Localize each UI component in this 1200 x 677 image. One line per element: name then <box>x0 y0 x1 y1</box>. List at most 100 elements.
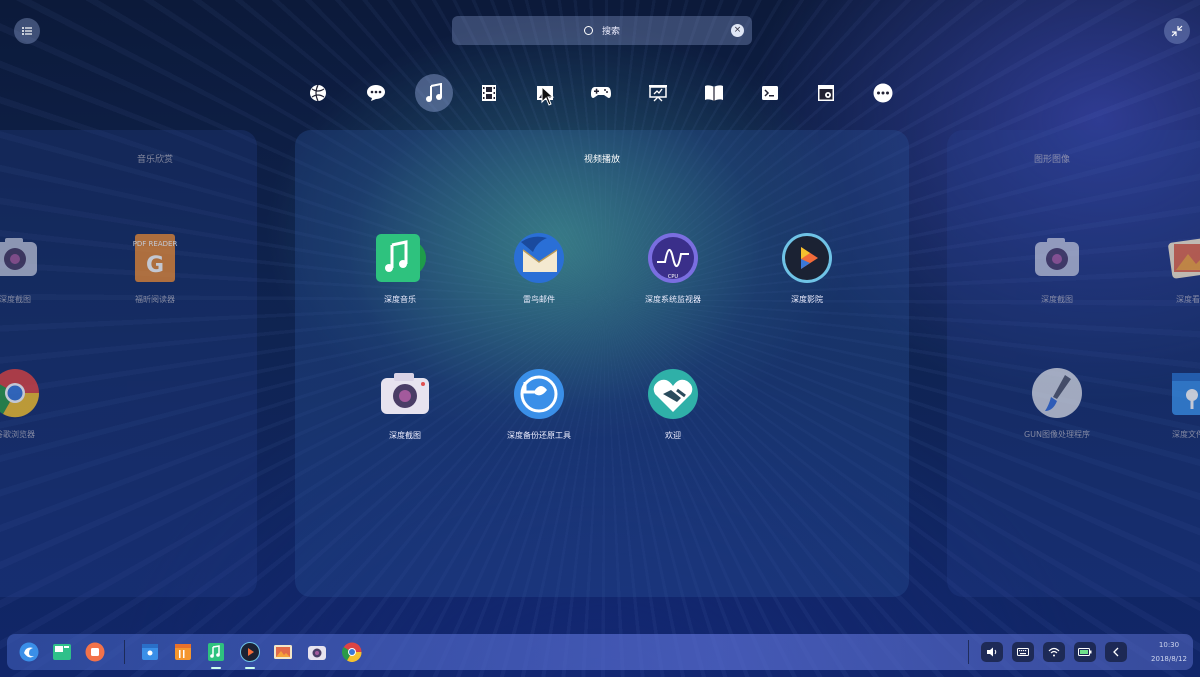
tray-expand-button[interactable] <box>1105 642 1127 662</box>
clock-time: 10:30 <box>1158 641 1180 649</box>
list-icon <box>22 27 32 35</box>
gimp-icon <box>1032 368 1082 418</box>
search-input[interactable]: 搜索 × <box>452 16 752 45</box>
book-icon <box>705 85 723 101</box>
dock-separator <box>124 640 125 664</box>
thunderbird-icon <box>514 233 564 283</box>
terminal-icon <box>762 86 778 100</box>
page-title: 视频播放 <box>583 155 620 165</box>
more-icon <box>873 83 893 103</box>
app-screenshot-right[interactable]: 深度截图 <box>1002 232 1112 305</box>
system-monitor-icon: CPU <box>648 233 698 283</box>
app-image-viewer[interactable]: 深度看图 <box>1137 232 1200 305</box>
app-foxit-reader[interactable]: PDF READER G 福昕阅读器 <box>100 232 210 305</box>
chat-icon <box>367 85 385 101</box>
screenshot-icon[interactable] <box>307 642 327 662</box>
app-label: 深度影院 <box>791 295 823 304</box>
movie-player-icon[interactable] <box>240 642 260 662</box>
category-menu-button[interactable] <box>14 18 40 44</box>
category-development[interactable] <box>751 74 789 112</box>
deepin-music-icon <box>376 234 426 282</box>
battery-icon <box>1078 648 1092 656</box>
app-label: 深度截图 <box>389 431 421 440</box>
chrome-icon[interactable] <box>342 642 362 662</box>
app-label: 深度截图 <box>0 295 31 304</box>
presentation-icon <box>649 85 667 102</box>
music-note-icon <box>426 83 442 102</box>
category-music[interactable] <box>415 74 453 112</box>
app-label: 谷歌浏览器 <box>0 430 35 439</box>
app-gimp[interactable]: GUN图像处理程序 <box>1002 367 1112 440</box>
svg-text:CPU: CPU <box>668 274 679 280</box>
gamepad-icon <box>591 87 611 98</box>
app-screenshot-left[interactable]: 深度截图 <box>0 232 70 305</box>
launcher-icon[interactable] <box>19 642 39 662</box>
search-clear-button[interactable]: × <box>731 24 744 37</box>
category-video[interactable] <box>470 74 508 112</box>
deepin-music-icon[interactable] <box>206 642 226 662</box>
category-bar <box>299 74 911 112</box>
app-movie-player[interactable]: 深度影院 <box>752 232 862 305</box>
app-label: 深度看图 <box>1176 295 1200 304</box>
app-label: 深度音乐 <box>384 295 416 304</box>
mouse-cursor-icon <box>541 86 555 106</box>
datetime-widget[interactable]: 10:30 2018/8/12 <box>1149 638 1189 666</box>
film-icon <box>482 85 496 101</box>
chevron-left-icon <box>1113 647 1119 657</box>
pdf-reader-icon: PDF READER G <box>133 234 178 282</box>
multitasking-icon[interactable] <box>52 642 72 662</box>
category-reading[interactable] <box>695 74 733 112</box>
app-deepin-screenshot[interactable]: 深度截图 <box>350 368 460 441</box>
category-office[interactable] <box>639 74 677 112</box>
app-file-manager[interactable]: 深度文件管 <box>1137 367 1200 440</box>
app-deepin-music[interactable]: 深度音乐 <box>345 232 455 305</box>
globe-icon <box>310 84 326 102</box>
file-manager-icon[interactable] <box>140 642 160 662</box>
app-label: 深度备份还原工具 <box>507 431 571 440</box>
running-indicator <box>245 667 255 669</box>
camera-icon <box>1035 238 1079 276</box>
app-store-icon[interactable] <box>173 642 193 662</box>
keyboard-icon <box>1017 648 1029 656</box>
clock-date: 2018/8/12 <box>1151 655 1187 663</box>
backup-restore-icon <box>514 369 564 419</box>
wifi-icon <box>1048 647 1060 657</box>
exit-fullscreen-button[interactable] <box>1164 18 1190 44</box>
camera-icon <box>0 238 37 276</box>
file-manager-icon <box>1172 373 1200 415</box>
app-label: GUN图像处理程序 <box>1023 430 1091 439</box>
shutdown-icon[interactable] <box>85 642 105 662</box>
category-system[interactable] <box>807 74 845 112</box>
welcome-handshake-icon <box>648 369 698 419</box>
volume-icon <box>987 647 997 657</box>
volume-tray-button[interactable] <box>981 642 1003 662</box>
search-icon <box>583 26 593 35</box>
shrink-icon <box>1171 25 1183 37</box>
window-gear-icon <box>818 85 834 101</box>
screenshot-icon <box>381 373 429 414</box>
svg-text:PDF READER: PDF READER <box>133 240 178 248</box>
category-page-graphics[interactable]: 图形图像 深度截图 深度看图 GUN图像处理程序 深度文件管 <box>947 130 1200 597</box>
category-page-video[interactable]: 视频播放 深度音乐 雷鸟邮件 CPU 深度系统监视器 深度影院 深度截图 深度备… <box>295 130 909 597</box>
category-others[interactable] <box>864 74 902 112</box>
app-backup-restore[interactable]: 深度备份还原工具 <box>484 368 594 441</box>
category-chat[interactable] <box>357 74 395 112</box>
app-system-monitor[interactable]: CPU 深度系统监视器 <box>618 232 728 305</box>
battery-tray-button[interactable] <box>1074 642 1096 662</box>
image-viewer-icon <box>1168 237 1200 279</box>
image-viewer-icon[interactable] <box>273 642 293 662</box>
app-label: 雷鸟邮件 <box>523 295 555 304</box>
category-game[interactable] <box>582 74 620 112</box>
category-internet[interactable] <box>299 74 337 112</box>
dock-separator <box>968 640 969 664</box>
dock: 10:30 2018/8/12 <box>7 634 1193 670</box>
app-thunderbird[interactable]: 雷鸟邮件 <box>484 232 594 305</box>
app-label: 福昕阅读器 <box>135 295 175 304</box>
app-welcome[interactable]: 欢迎 <box>618 368 728 441</box>
keyboard-tray-button[interactable] <box>1012 642 1034 662</box>
running-indicator <box>211 667 221 669</box>
category-page-music[interactable]: 音乐欣赏 深度截图 PDF READER G 福昕阅读器 谷歌浏览器 <box>0 130 257 597</box>
wifi-tray-button[interactable] <box>1043 642 1065 662</box>
page-title: 音乐欣赏 <box>136 155 173 165</box>
app-chrome[interactable]: 谷歌浏览器 <box>0 367 70 440</box>
